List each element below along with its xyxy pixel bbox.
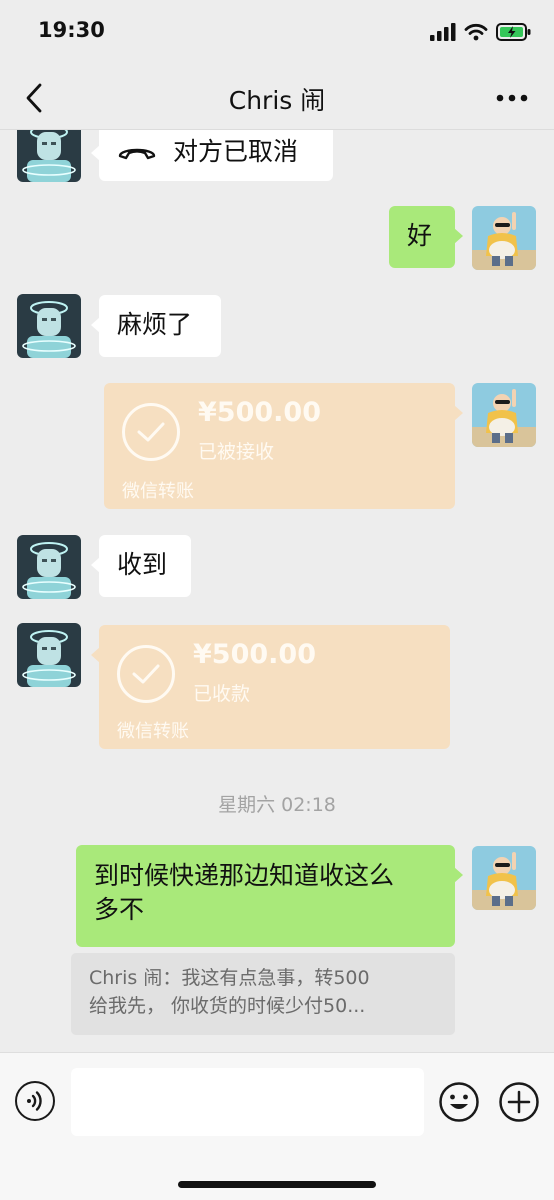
check-circle-icon: [122, 403, 180, 461]
message-text: 收到: [117, 550, 168, 579]
quote-line: 给我先， 你收货的时候少付50...: [89, 995, 366, 1017]
home-indicator[interactable]: [178, 1181, 376, 1188]
transfer-amount: ¥500.00: [193, 639, 316, 670]
wifi-icon: [464, 23, 488, 41]
input-bar: [0, 1052, 554, 1200]
transfer-label: 微信转账: [122, 481, 194, 502]
message-text: 麻烦了: [117, 310, 193, 339]
status-bar: 19:30: [0, 0, 554, 66]
status-time: 19:30: [38, 18, 105, 42]
emoji-icon: [439, 1082, 479, 1122]
quoted-message[interactable]: Chris 闹：我这有点急事，转500 给我先， 你收货的时候少付50...: [71, 953, 455, 1035]
more-dots-icon: [496, 94, 528, 102]
message-line: 多不: [94, 895, 145, 924]
contact-avatar[interactable]: [17, 130, 81, 182]
transfer-label: 微信转账: [117, 721, 189, 742]
transfer-status: 已收款: [193, 683, 251, 705]
chat-title: Chris 闹: [228, 86, 326, 115]
plus-button[interactable]: [498, 1081, 540, 1123]
transfer-card[interactable]: ¥500.00 已被接收 微信转账: [104, 383, 463, 509]
received-message-bubble[interactable]: 麻烦了: [91, 295, 221, 357]
message-text: 好: [407, 221, 433, 250]
call-cancelled-bubble[interactable]: 对方已取消: [91, 130, 333, 181]
signal-icon: [430, 23, 456, 41]
quote-line: Chris 闹：我这有点急事，转500: [89, 967, 370, 989]
transfer-amount: ¥500.00: [198, 397, 321, 428]
message-timestamp: 星期六 02:18: [218, 794, 336, 816]
sent-message-bubble[interactable]: 好: [389, 206, 463, 268]
transfer-card[interactable]: ¥500.00 已收款 微信转账: [91, 625, 450, 749]
message-input[interactable]: [71, 1068, 424, 1136]
nav-bar: Chris 闹: [0, 66, 554, 130]
contact-avatar[interactable]: [17, 535, 81, 599]
my-avatar[interactable]: [472, 846, 536, 910]
contact-avatar[interactable]: [17, 294, 81, 358]
more-options-button[interactable]: [492, 84, 532, 112]
emoji-button[interactable]: [438, 1081, 480, 1123]
chat-area[interactable]: 对方已取消 好 麻烦了 ¥500.00 已被接收 微信转账 收到 ¥500.00…: [0, 130, 554, 1052]
battery-charging-icon: [496, 23, 531, 41]
contact-avatar[interactable]: [17, 623, 81, 687]
received-message-bubble[interactable]: 收到: [91, 535, 191, 597]
message-text: 对方已取消: [173, 137, 299, 166]
my-avatar[interactable]: [472, 383, 536, 447]
plus-icon: [499, 1082, 539, 1122]
phone-hangup-icon: [118, 148, 156, 160]
my-avatar[interactable]: [472, 206, 536, 270]
sent-message-bubble[interactable]: 到时候快递那边知道收这么 多不: [76, 845, 463, 947]
status-icons: [430, 22, 532, 42]
transfer-status: 已被接收: [198, 441, 275, 463]
check-circle-icon: [117, 645, 175, 703]
voice-icon: [27, 1091, 42, 1111]
message-line: 到时候快递那边知道收这么: [94, 861, 395, 890]
voice-button[interactable]: [15, 1081, 55, 1121]
